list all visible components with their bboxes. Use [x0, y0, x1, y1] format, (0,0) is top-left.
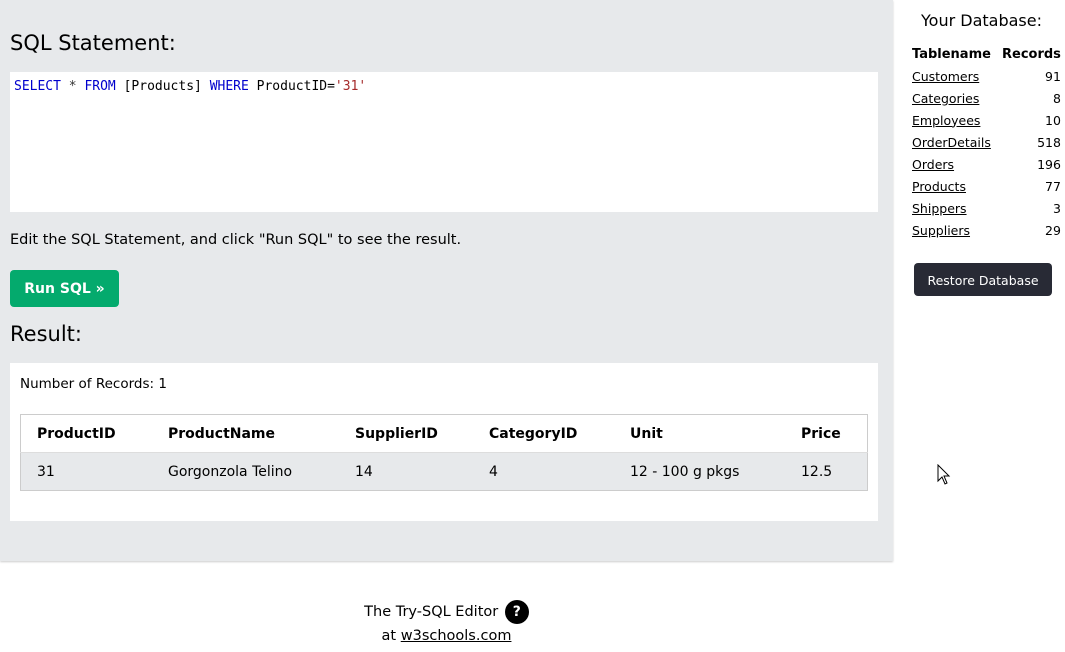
footer-at-text: at: [381, 628, 401, 644]
w3schools-link[interactable]: w3schools.com: [401, 628, 512, 644]
mouse-cursor-icon: [937, 464, 951, 485]
result-header-row: ProductID ProductName SupplierID Categor…: [20, 414, 868, 453]
run-sql-button[interactable]: Run SQL »: [10, 270, 119, 307]
database-row-employees: Employees 10: [910, 109, 1063, 131]
sql-star: *: [60, 79, 85, 94]
database-table: Tablename Records Customers 91 Categorie…: [910, 43, 1063, 241]
table-row: 31 Gorgonzola Telino 14 4 12 - 100 g pkg…: [20, 452, 868, 491]
table-link-orderdetails[interactable]: OrderDetails: [912, 135, 991, 150]
footer-line-editor: The Try-SQL Editor ?: [0, 600, 893, 624]
table-link-employees[interactable]: Employees: [912, 113, 980, 128]
database-title: Your Database:: [921, 11, 1042, 30]
table-link-customers[interactable]: Customers: [912, 69, 979, 84]
footer-line-site: at w3schools.com: [0, 624, 893, 648]
result-title: Result:: [10, 322, 82, 346]
database-row-shippers: Shippers 3: [910, 197, 1063, 219]
database-header-row: Tablename Records: [910, 43, 1063, 65]
column-header: CategoryID: [473, 414, 614, 453]
database-row-suppliers: Suppliers 29: [910, 219, 1063, 241]
result-table: ProductID ProductName SupplierID Categor…: [20, 414, 868, 491]
record-count: Number of Records: 1: [20, 376, 167, 392]
column-header: SupplierID: [339, 414, 473, 453]
footer-editor-text: The Try-SQL Editor: [364, 604, 499, 620]
table-link-shippers[interactable]: Shippers: [912, 201, 967, 216]
database-row-orderdetails: OrderDetails 518: [910, 131, 1063, 153]
database-row-categories: Categories 8: [910, 87, 1063, 109]
database-row-customers: Customers 91: [910, 65, 1063, 87]
record-count-value: 77: [1045, 178, 1061, 194]
table-cell: 14: [339, 452, 473, 491]
sql-table: [Products]: [115, 79, 210, 94]
editor-instructions: Edit the SQL Statement, and click "Run S…: [10, 232, 462, 248]
tablename-header: Tablename: [912, 46, 991, 62]
sql-editor[interactable]: SELECT * FROM [Products] WHERE ProductID…: [10, 72, 878, 212]
sql-value: '31': [334, 79, 367, 94]
record-count-value: 518: [1037, 134, 1061, 150]
record-count-value: 29: [1045, 222, 1061, 238]
footer: The Try-SQL Editor ? at w3schools.com: [0, 600, 893, 648]
table-cell: Gorgonzola Telino: [152, 452, 339, 491]
table-link-categories[interactable]: Categories: [912, 91, 979, 106]
records-header: Records: [1002, 46, 1061, 62]
database-row-orders: Orders 196: [910, 153, 1063, 175]
restore-database-button[interactable]: Restore Database: [914, 263, 1052, 296]
sql-keyword-select: SELECT: [14, 79, 61, 94]
table-link-products[interactable]: Products: [912, 179, 966, 194]
record-count-value: 91: [1045, 68, 1061, 84]
sql-keyword-where: WHERE: [209, 79, 249, 94]
column-header: Price: [785, 414, 868, 453]
table-cell: 31: [20, 452, 152, 491]
sql-keyword-from: FROM: [84, 79, 116, 94]
result-box: Number of Records: 1 ProductID ProductNa…: [10, 363, 878, 521]
database-row-products: Products 77: [910, 175, 1063, 197]
sql-condition: ProductID=: [248, 79, 335, 94]
help-icon[interactable]: ?: [504, 600, 529, 624]
sql-statement-title: SQL Statement:: [10, 31, 176, 55]
record-count-value: 10: [1045, 112, 1061, 128]
record-count-value: 8: [1052, 90, 1061, 106]
column-header: ProductName: [152, 414, 339, 453]
table-cell: 4: [473, 452, 614, 491]
table-cell: 12 - 100 g pkgs: [614, 452, 785, 491]
table-cell: 12.5: [785, 452, 868, 491]
column-header: ProductID: [20, 414, 152, 453]
table-link-suppliers[interactable]: Suppliers: [912, 223, 970, 238]
column-header: Unit: [614, 414, 785, 453]
table-link-orders[interactable]: Orders: [912, 157, 954, 172]
record-count-value: 196: [1037, 156, 1061, 172]
record-count-value: 3: [1052, 200, 1061, 216]
editor-panel: SQL Statement: SELECT * FROM [Products] …: [0, 0, 893, 561]
